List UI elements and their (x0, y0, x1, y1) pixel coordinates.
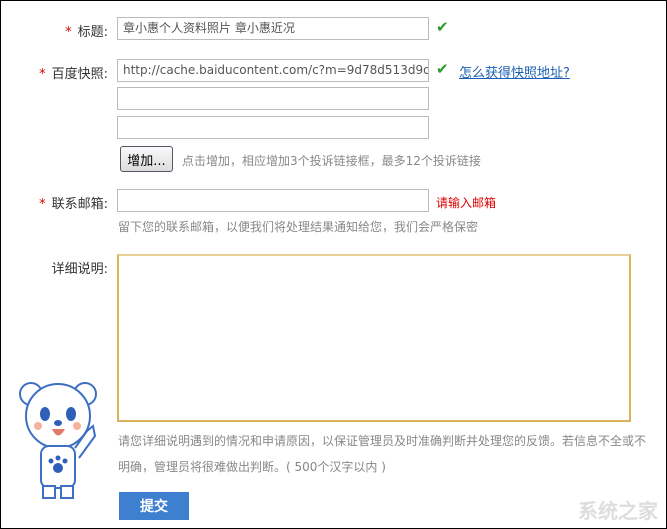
detail-label: 详细说明: (51, 262, 108, 277)
snapshot-input-3[interactable] (117, 116, 429, 139)
detail-textarea[interactable] (117, 254, 631, 422)
title-label: * 标题: (65, 25, 108, 40)
complaint-form: * 标题: 章小惠个人资料照片 章小惠近况 ✔ * 百度快照: http://cac… (0, 0, 667, 529)
valid-check-icon: ✔ (436, 18, 449, 36)
email-hint: 留下您的联系邮箱，以便我们将处理结果通知给您，我们会严格保密 (118, 220, 479, 234)
email-input[interactable] (117, 189, 429, 212)
valid-check-icon: ✔ (436, 60, 449, 78)
snapshot-label: * 百度快照: (39, 67, 108, 82)
snapshot-input-2[interactable] (117, 87, 429, 110)
email-error: 请输入邮箱 (436, 196, 497, 210)
detail-hint-1: 请您详细说明遇到的情况和申请原因，以保证管理员及时准确判断并处理您的反馈。若信息… (118, 434, 647, 448)
watermark-logo: 系统之家 (578, 499, 658, 523)
snapshot-input-1[interactable]: http://cache.baiducontent.com/c?m=9d78d5… (117, 59, 429, 82)
title-input[interactable]: 章小惠个人资料照片 章小惠近况 (117, 17, 429, 40)
bear-mascot-icon (19, 382, 97, 499)
add-links-button[interactable]: 增加... (120, 146, 173, 172)
submit-button[interactable]: 提交 (119, 492, 189, 520)
email-label: * 联系邮箱: (39, 197, 108, 212)
detail-hint-2: 明确，管理员将很难做出判断。( 500个汉字以内 ) (118, 460, 386, 474)
snapshot-help-link[interactable]: 怎么获得快照地址? (459, 62, 570, 81)
add-hint: 点击增加，相应增加3个投诉链接框，最多12个投诉链接 (182, 154, 481, 168)
